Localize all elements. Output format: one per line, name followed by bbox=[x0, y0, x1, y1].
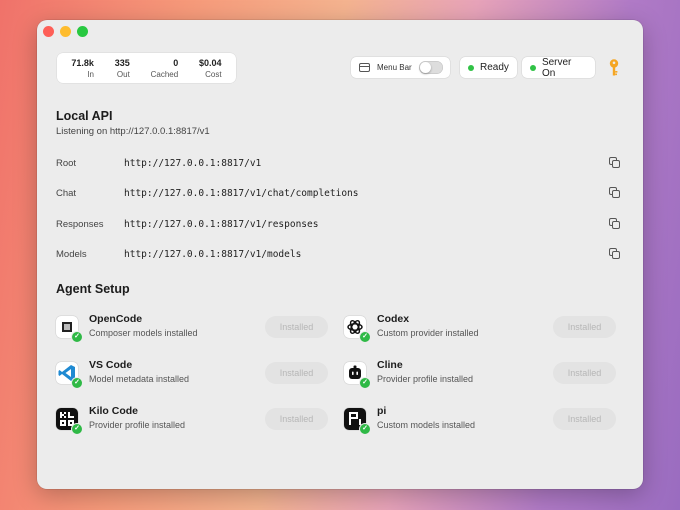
endpoint-row-responses: Responses http://127.0.0.1:8817/v1/respo… bbox=[56, 216, 622, 232]
endpoint-label: Models bbox=[56, 248, 87, 260]
installed-check-icon: ✓ bbox=[359, 377, 371, 389]
stat-cost-label: Cost bbox=[205, 69, 222, 79]
agent-name: Cline bbox=[377, 359, 403, 371]
close-window-button[interactable] bbox=[43, 26, 54, 37]
server-label: Server On bbox=[541, 56, 572, 79]
installed-button[interactable]: Installed bbox=[553, 316, 616, 338]
stat-out-value: 335 bbox=[114, 57, 130, 68]
endpoint-row-chat: Chat http://127.0.0.1:8817/v1/chat/compl… bbox=[56, 185, 622, 201]
window-icon bbox=[359, 63, 370, 72]
agent-name: OpenCode bbox=[89, 313, 143, 325]
agent-description: Provider profile installed bbox=[377, 374, 474, 384]
agent-description: Provider profile installed bbox=[89, 420, 186, 430]
window-controls bbox=[43, 26, 88, 37]
stat-in-value: 71.8k bbox=[71, 57, 94, 68]
key-icon[interactable] bbox=[607, 58, 621, 78]
agent-kilo-code: ✓ Kilo Code Provider profile installed I… bbox=[56, 405, 328, 435]
agent-codex: ✓ Codex Custom provider installed Instal… bbox=[344, 313, 616, 343]
ready-dot-icon bbox=[468, 64, 474, 71]
agent-vscode: ✓ VS Code Model metadata installed Insta… bbox=[56, 359, 328, 389]
agent-name: pi bbox=[377, 405, 387, 417]
agent-description: Composer models installed bbox=[89, 328, 198, 338]
endpoint-row-models: Models http://127.0.0.1:8817/v1/models bbox=[56, 246, 622, 262]
agent-name: VS Code bbox=[89, 359, 133, 371]
server-toggle-button[interactable]: Server On bbox=[522, 56, 595, 79]
agent-setup-title: Agent Setup bbox=[56, 282, 130, 296]
installed-check-icon: ✓ bbox=[71, 423, 83, 435]
minimize-window-button[interactable] bbox=[60, 26, 71, 37]
agent-pi: ✓ pi Custom models installed Installed bbox=[344, 405, 616, 435]
installed-button[interactable]: Installed bbox=[265, 316, 328, 338]
endpoint-row-root: Root http://127.0.0.1:8817/v1 bbox=[56, 155, 622, 171]
stat-cached: 0 Cached bbox=[151, 57, 179, 80]
app-window: 71.8k In 335 Out 0 Cached $0.04 Cost Men… bbox=[37, 20, 643, 489]
agent-name: Codex bbox=[377, 313, 410, 325]
stat-cost-value: $0.04 bbox=[199, 57, 222, 68]
ready-status: Ready bbox=[460, 57, 517, 78]
server-dot-icon bbox=[530, 64, 536, 71]
stat-cached-value: 0 bbox=[173, 57, 179, 68]
installed-button[interactable]: Installed bbox=[265, 408, 328, 430]
agent-name: Kilo Code bbox=[89, 405, 138, 417]
endpoint-url[interactable]: http://127.0.0.1:8817/v1/chat/completion… bbox=[124, 188, 608, 199]
agent-description: Custom provider installed bbox=[377, 328, 479, 338]
stat-cached-label: Cached bbox=[150, 69, 179, 79]
menubar-label: Menu Bar bbox=[377, 63, 412, 72]
installed-button[interactable]: Installed bbox=[553, 408, 616, 430]
stat-out: 335 Out bbox=[115, 57, 130, 80]
copy-icon[interactable] bbox=[608, 156, 622, 170]
copy-icon[interactable] bbox=[608, 247, 622, 261]
stat-cost: $0.04 Cost bbox=[199, 57, 222, 80]
stat-in-label: In bbox=[87, 69, 94, 79]
endpoint-label: Responses bbox=[56, 218, 104, 230]
endpoint-label: Chat bbox=[56, 187, 77, 199]
agent-opencode: ✓ OpenCode Composer models installed Ins… bbox=[56, 313, 328, 343]
stat-in: 71.8k In bbox=[71, 57, 94, 80]
agent-description: Custom models installed bbox=[377, 420, 476, 430]
endpoint-url[interactable]: http://127.0.0.1:8817/v1/models bbox=[124, 249, 608, 260]
installed-check-icon: ✓ bbox=[71, 377, 83, 389]
agent-description: Model metadata installed bbox=[89, 374, 190, 384]
menubar-toggle[interactable] bbox=[418, 61, 443, 74]
copy-icon[interactable] bbox=[608, 186, 622, 200]
usage-stats: 71.8k In 335 Out 0 Cached $0.04 Cost bbox=[57, 53, 236, 83]
installed-button[interactable]: Installed bbox=[553, 362, 616, 384]
endpoint-label: Root bbox=[56, 157, 77, 169]
ready-label: Ready bbox=[480, 62, 509, 73]
toggle-knob bbox=[419, 62, 431, 73]
local-api-subtitle: Listening on http://127.0.0.1:8817/v1 bbox=[56, 126, 210, 137]
copy-icon[interactable] bbox=[608, 217, 622, 231]
local-api-title: Local API bbox=[56, 109, 113, 123]
endpoint-url[interactable]: http://127.0.0.1:8817/v1 bbox=[124, 158, 608, 169]
stat-out-label: Out bbox=[116, 69, 130, 79]
installed-check-icon: ✓ bbox=[359, 331, 371, 343]
installed-check-icon: ✓ bbox=[71, 331, 83, 343]
agent-cline: ✓ Cline Provider profile installed Insta… bbox=[344, 359, 616, 389]
endpoint-url[interactable]: http://127.0.0.1:8817/v1/responses bbox=[124, 219, 608, 230]
installed-check-icon: ✓ bbox=[359, 423, 371, 435]
installed-button[interactable]: Installed bbox=[265, 362, 328, 384]
zoom-window-button[interactable] bbox=[77, 26, 88, 37]
menubar-setting: Menu Bar bbox=[351, 57, 450, 78]
